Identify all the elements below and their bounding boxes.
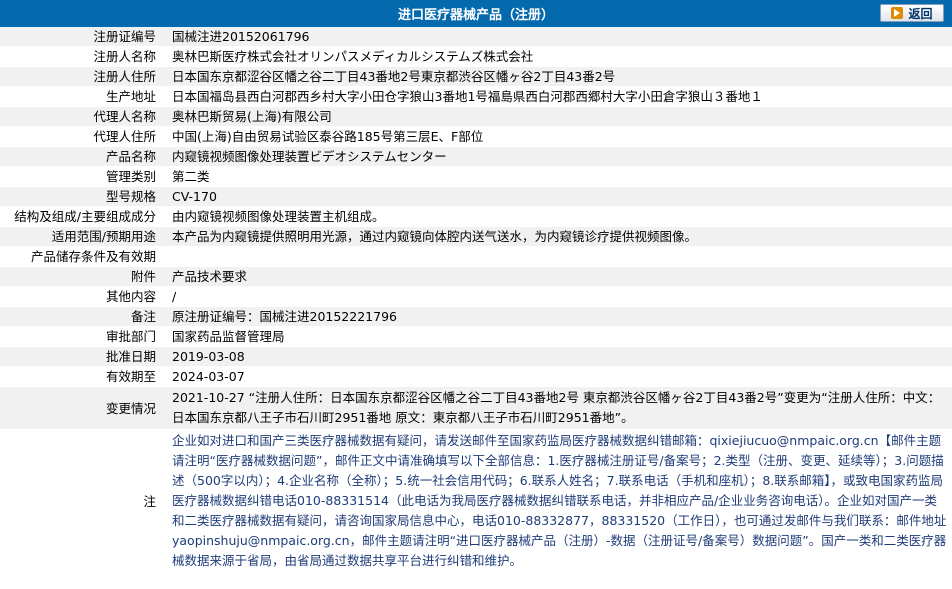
page: 进口医疗器械产品（注册） 返回 注册证编号 国械注进20152061796 注册人…: [0, 0, 952, 573]
field-label: 代理人名称: [0, 106, 164, 127]
field-value: 2019-03-08: [164, 346, 952, 367]
field-value: 原注册证编号：国械注进20152221796: [164, 306, 952, 327]
table-row: 注企业如对进口和国产三类医疗器械数据有疑问，请发送邮件至国家药监局医疗器械数据纠…: [0, 429, 952, 573]
field-label: 产品名称: [0, 146, 164, 167]
field-value: 奥林巴斯医疗株式会社オリンパスメディカルシステムズ株式会社: [164, 46, 952, 67]
field-label: 注册人住所: [0, 66, 164, 87]
table-row: 变更情况 2021-10-27 “注册人住所：日本国东京都涩谷区幡之谷二丁目43番…: [0, 386, 952, 430]
field-label: 适用范围/预期用途: [0, 226, 164, 247]
change-history-value: 2021-10-27 “注册人住所：日本国东京都涩谷区幡之谷二丁目43番地2号 …: [164, 386, 952, 430]
field-label: 注册人名称: [0, 46, 164, 67]
field-value: 内窥镜视频图像处理装置ビデオシステムセンター: [164, 146, 952, 167]
field-value: 日本国东京都涩谷区幡之谷二丁目43番地2号東京都渋谷区幡ヶ谷2丁目43番2号: [164, 66, 952, 87]
field-value: 第二类: [164, 166, 952, 187]
detail-table: 注册证编号 国械注进20152061796 注册人名称 奥林巴斯医疗株式会社オリンパ…: [0, 27, 952, 573]
field-value: 日本国福岛县西白河郡西乡村大字小田仓字狼山3番地1号福島県西白河郡西郷村大字小田…: [164, 86, 952, 107]
field-value: /: [164, 286, 952, 307]
field-label: 有效期至: [0, 366, 164, 387]
table-row: 其他内容 /: [0, 286, 952, 307]
field-value: CV-170: [164, 186, 952, 207]
table-row: 注册人住所 日本国东京都涩谷区幡之谷二丁目43番地2号東京都渋谷区幡ヶ谷2丁目43…: [0, 66, 952, 87]
table-row: 注册人名称 奥林巴斯医疗株式会社オリンパスメディカルシステムズ株式会社: [0, 46, 952, 67]
table-row: 产品名称 内窥镜视频图像处理装置ビデオシステムセンター: [0, 146, 952, 167]
field-label: 管理类别: [0, 166, 164, 187]
field-value: 本产品为内窥镜提供照明用光源，通过内窥镜向体腔内送气送水，为内窥镜诊疗提供视频图…: [164, 226, 952, 247]
field-value: 国械注进20152061796: [164, 27, 952, 47]
page-header: 进口医疗器械产品（注册） 返回: [0, 0, 952, 27]
field-value: 产品技术要求: [164, 266, 952, 287]
notice-text: 企业如对进口和国产三类医疗器械数据有疑问，请发送邮件至国家药监局医疗器械数据纠错…: [164, 429, 952, 573]
table-row: 结构及组成/主要组成成分 由内窥镜视频图像处理装置主机组成。: [0, 206, 952, 227]
field-label: 备注: [0, 306, 164, 327]
back-button[interactable]: 返回: [880, 4, 944, 22]
field-label: 附件: [0, 266, 164, 287]
field-label: 代理人住所: [0, 126, 164, 147]
field-label: 注: [0, 429, 164, 573]
table-row: 产品储存条件及有效期: [0, 246, 952, 267]
field-value: 由内窥镜视频图像处理装置主机组成。: [164, 206, 952, 227]
table-row: 适用范围/预期用途 本产品为内窥镜提供照明用光源，通过内窥镜向体腔内送气送水，为内…: [0, 226, 952, 247]
field-value: 中国(上海)自由贸易试验区泰谷路185号第三层E、F部位: [164, 126, 952, 147]
field-label: 审批部门: [0, 326, 164, 347]
field-label: 其他内容: [0, 286, 164, 307]
field-value: 2024-03-07: [164, 366, 952, 387]
field-label: 注册证编号: [0, 27, 164, 47]
field-value: 奥林巴斯贸易(上海)有限公司: [164, 106, 952, 127]
table-row: 备注 原注册证编号：国械注进20152221796: [0, 306, 952, 327]
table-row: 代理人名称 奥林巴斯贸易(上海)有限公司: [0, 106, 952, 127]
field-label: 生产地址: [0, 86, 164, 107]
back-button-label: 返回: [908, 6, 933, 21]
table-row: 批准日期 2019-03-08: [0, 346, 952, 367]
field-label: 批准日期: [0, 346, 164, 367]
field-value: [164, 246, 952, 267]
field-label: 产品储存条件及有效期: [0, 246, 164, 267]
field-label: 型号规格: [0, 186, 164, 207]
table-row: 有效期至 2024-03-07: [0, 366, 952, 387]
table-row: 注册证编号 国械注进20152061796: [0, 27, 952, 47]
field-value: 国家药品监督管理局: [164, 326, 952, 347]
page-title: 进口医疗器械产品（注册）: [397, 8, 554, 23]
arrow-right-icon: [891, 7, 904, 19]
table-row: 生产地址 日本国福岛县西白河郡西乡村大字小田仓字狼山3番地1号福島県西白河郡西郷村…: [0, 86, 952, 107]
table-row: 审批部门 国家药品监督管理局: [0, 326, 952, 347]
table-row: 代理人住所 中国(上海)自由贸易试验区泰谷路185号第三层E、F部位: [0, 126, 952, 147]
field-label: 结构及组成/主要组成成分: [0, 206, 164, 227]
field-label: 变更情况: [0, 386, 164, 430]
table-row: 管理类别 第二类: [0, 166, 952, 187]
table-row: 附件 产品技术要求: [0, 266, 952, 287]
table-row: 型号规格 CV-170: [0, 186, 952, 207]
